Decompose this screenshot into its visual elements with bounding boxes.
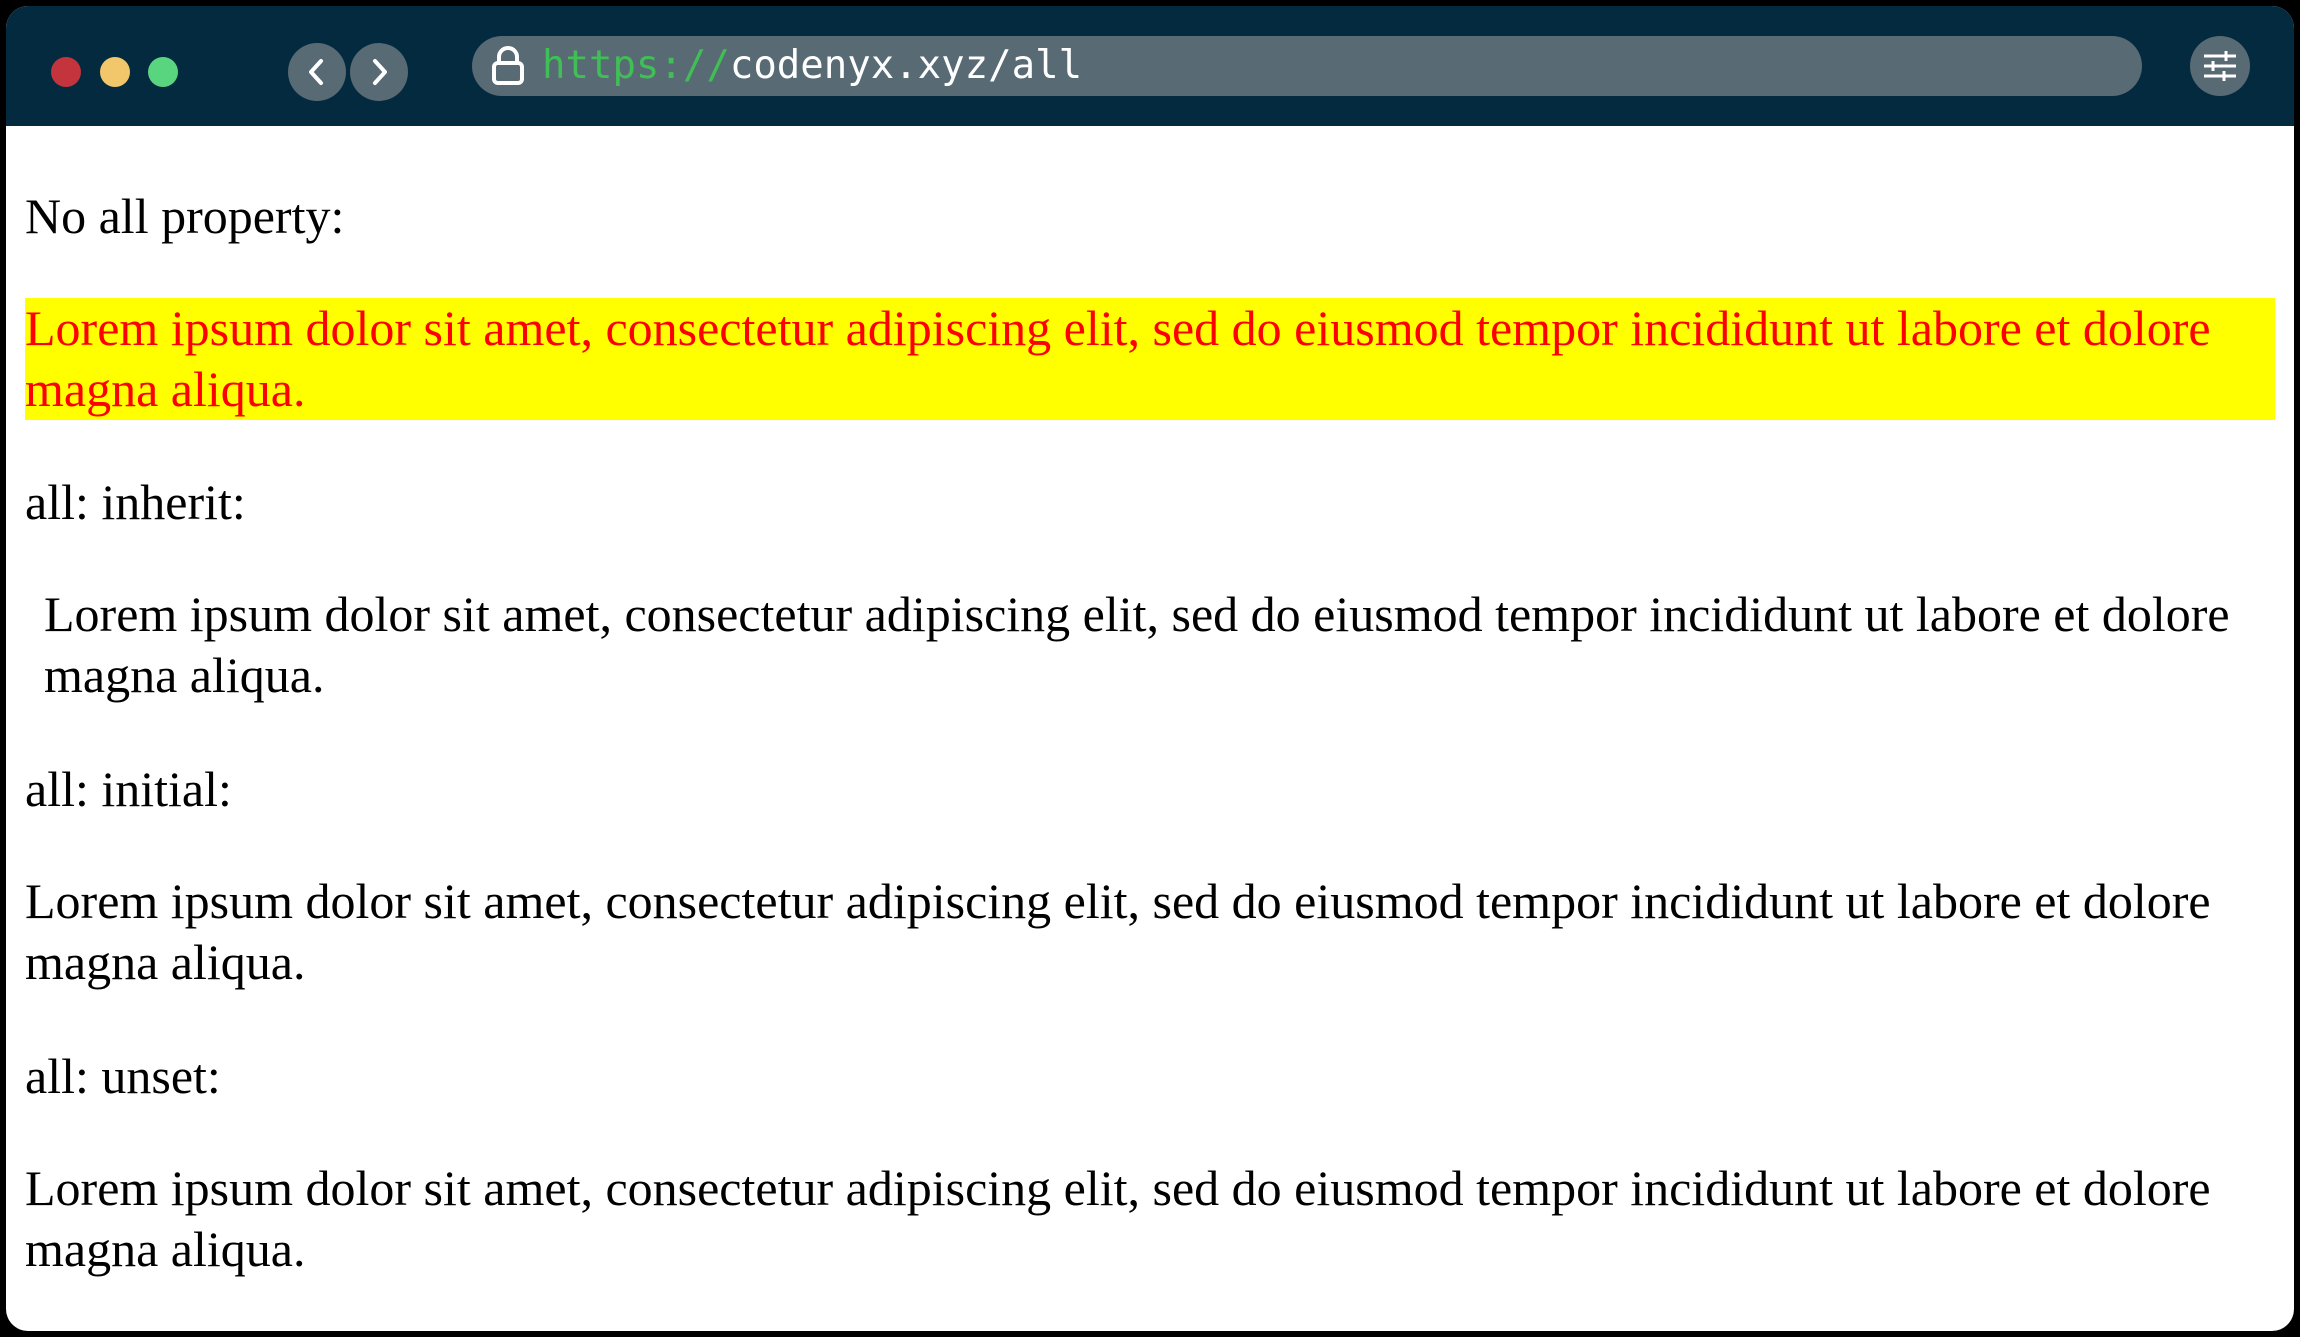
unset-paragraph: Lorem ipsum dolor sit amet, consectetur … — [25, 1160, 2211, 1277]
browser-window: https://codenyx.xyz/all No all property:… — [6, 6, 2294, 1331]
section-heading-all-initial: all: initial: — [25, 761, 232, 817]
forward-button[interactable] — [350, 43, 408, 101]
sliders-icon — [2204, 51, 2236, 81]
close-window-button[interactable] — [51, 57, 81, 87]
section-heading-all-inherit: all: inherit: — [25, 474, 246, 530]
chevron-right-icon — [373, 59, 387, 85]
page-content: No all property: Lorem ipsum dolor sit a… — [6, 126, 2294, 1331]
inherit-paragraph: Lorem ipsum dolor sit amet, consectetur … — [44, 586, 2230, 703]
maximize-window-button[interactable] — [148, 57, 178, 87]
url-host: codenyx.xyz/all — [729, 43, 1083, 88]
back-button[interactable] — [288, 43, 346, 101]
styled-paragraph: Lorem ipsum dolor sit amet, consectetur … — [25, 298, 2275, 420]
minimize-window-button[interactable] — [100, 57, 130, 87]
section-heading-no-all: No all property: — [25, 188, 345, 244]
initial-paragraph: Lorem ipsum dolor sit amet, consectetur … — [25, 873, 2211, 990]
browser-titlebar: https://codenyx.xyz/all — [6, 6, 2294, 126]
chevron-left-icon — [309, 59, 323, 85]
browser-menu-button[interactable] — [2190, 36, 2250, 96]
url-text: https://codenyx.xyz/all — [542, 36, 1082, 96]
section-heading-all-unset: all: unset: — [25, 1048, 221, 1104]
lock-icon — [492, 46, 524, 85]
address-bar[interactable]: https://codenyx.xyz/all — [472, 36, 2142, 96]
url-scheme: https:// — [542, 43, 730, 88]
